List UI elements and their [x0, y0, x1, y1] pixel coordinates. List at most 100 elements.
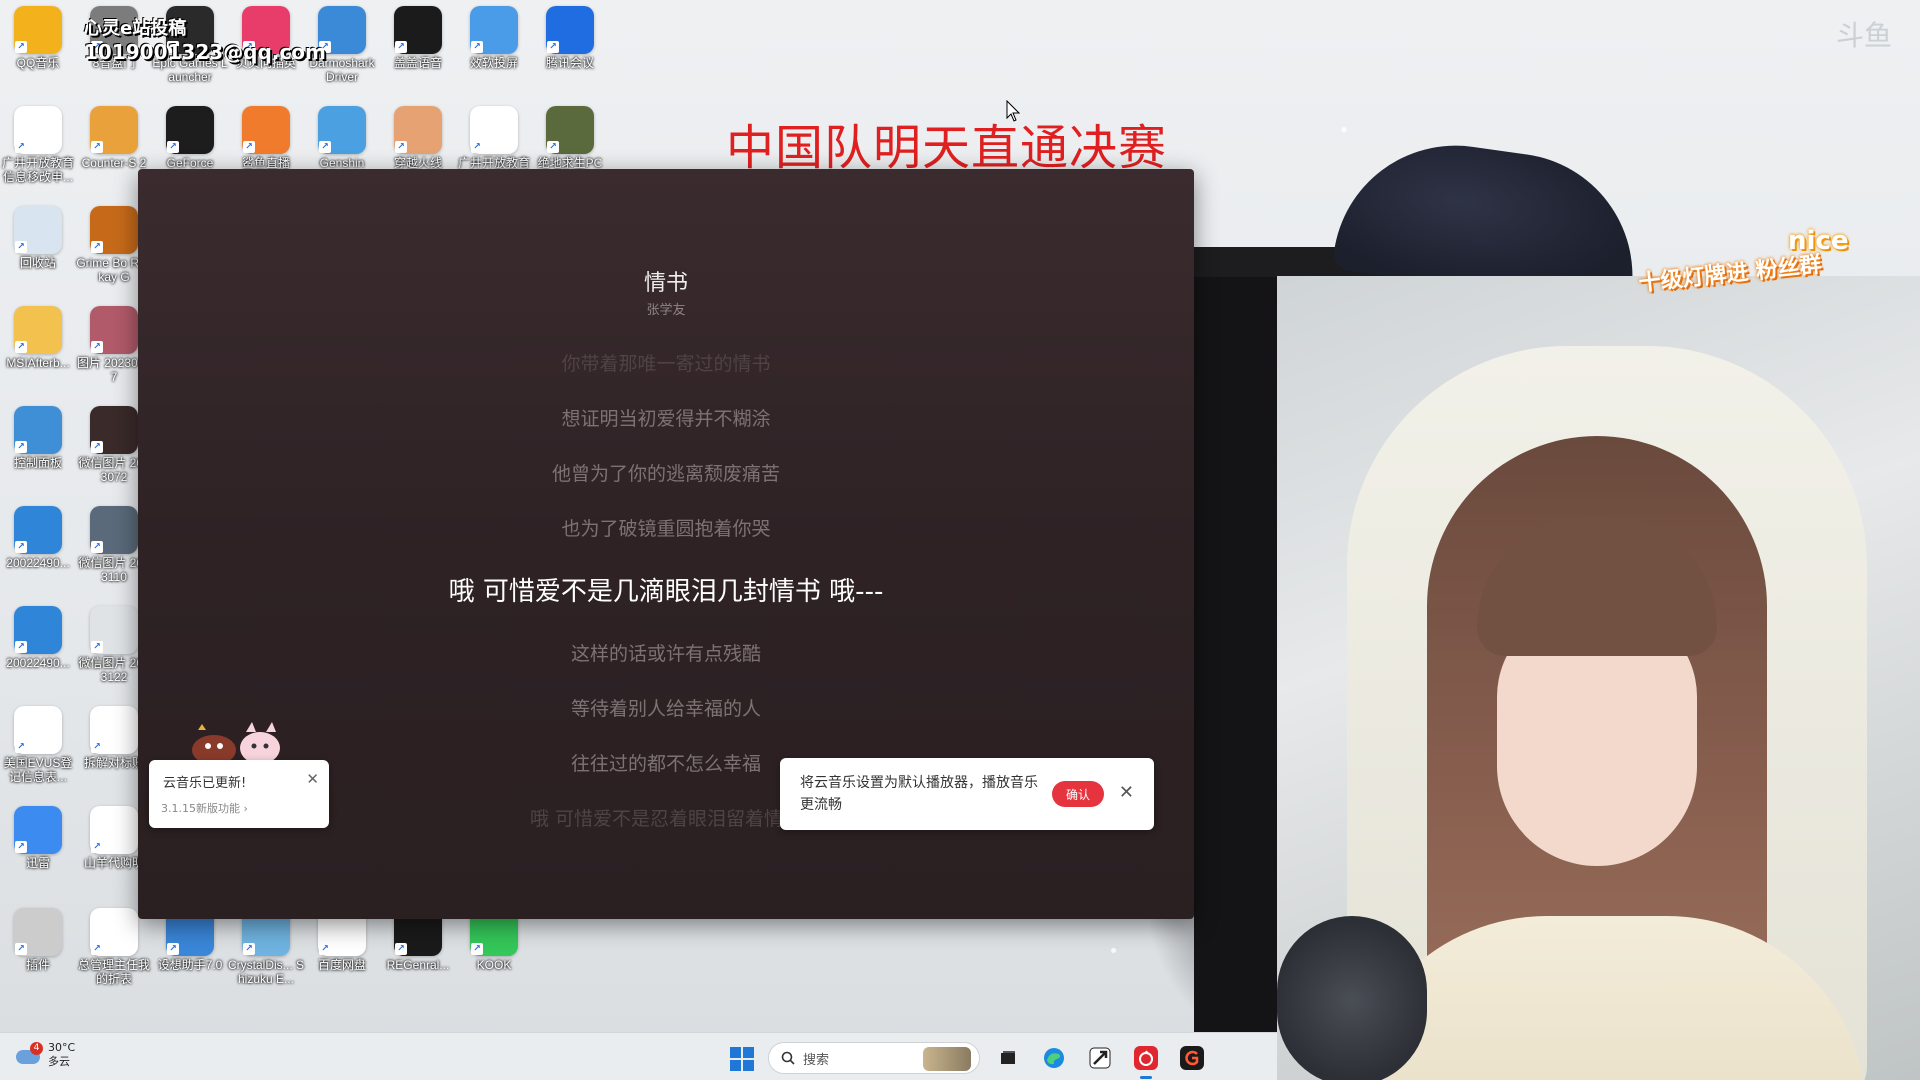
taskbar-search[interactable]: 搜索: [768, 1042, 980, 1074]
lyric-line-current[interactable]: 哦 可惜爱不是几滴眼泪几封情书 哦---: [138, 557, 1194, 627]
desktop-icon-label: 效软投屏: [469, 56, 518, 70]
task-view-icon[interactable]: [990, 1040, 1026, 1076]
desktop-icon[interactable]: ↗ 鲨鱼直播: [228, 102, 304, 170]
bird-icon: ↗: [14, 806, 62, 854]
desktop-icon-label: 控制面板: [13, 456, 62, 470]
netease-music-icon[interactable]: [1128, 1040, 1164, 1079]
desktop-icon[interactable]: ↗ 回收站: [0, 202, 76, 270]
desktop-icon-label: 美国EVUS登 记信息表...: [3, 756, 73, 784]
globe-icon: ↗: [318, 106, 366, 154]
weather-desc: 多云: [48, 1055, 70, 1068]
desktop-icon-label: Genshin: [319, 156, 365, 170]
desktop-icon[interactable]: ↗ 迅雷: [0, 802, 76, 870]
desktop-icon-label: 广井开放教育 信息移改申...: [1, 156, 74, 184]
desktop-icon[interactable]: ↗ 20022490...: [0, 602, 76, 670]
sheet-icon: ↗: [90, 706, 138, 754]
desktop-icon-label: 广井开放教育: [457, 156, 530, 170]
song-title: 情书: [643, 271, 688, 296]
dash-icon: ↗: [14, 908, 62, 956]
search-highlight-image: [923, 1047, 971, 1071]
desktop-icon[interactable]: ↗ QQ音乐: [0, 2, 76, 70]
cs-icon: ↗: [90, 106, 138, 154]
close-icon[interactable]: ✕: [1119, 782, 1134, 803]
steam-icon[interactable]: [1082, 1040, 1118, 1076]
search-placeholder: 搜索: [803, 1052, 830, 1068]
desktop-icon[interactable]: ↗ Counter-S 2: [76, 102, 152, 170]
edge-icon[interactable]: [1036, 1040, 1072, 1076]
app-g-icon[interactable]: [1174, 1040, 1210, 1076]
close-icon[interactable]: ✕: [306, 770, 319, 788]
weather-widget[interactable]: 4 30°C 多云: [16, 1041, 75, 1069]
skull-icon: ↗: [90, 206, 138, 254]
desktop-icon[interactable]: ↗ Genshin: [304, 102, 380, 170]
lyric-line[interactable]: 等待着别人给幸福的人: [138, 682, 1194, 737]
desktop-icon-label: KOOK: [476, 958, 512, 972]
desktop-icon-label: 穿越火线: [393, 156, 442, 170]
nvidia-icon: ↗: [166, 106, 214, 154]
lyric-line[interactable]: 你带着那唯一寄过的情书: [138, 337, 1194, 392]
overlay-email-line1: 心灵e站投稿: [84, 18, 187, 39]
recycle-bin-icon: ↗: [14, 206, 62, 254]
desktop-icon-label: 回收站: [19, 256, 56, 270]
lyric-line[interactable]: 想证明当初爱得并不糊涂: [138, 392, 1194, 447]
desktop-icon[interactable]: ↗ 效软投屏: [456, 2, 532, 70]
watermark-logo: 斗鱼: [1835, 19, 1892, 52]
photo-icon: ↗: [90, 406, 138, 454]
zip-icon: ↗: [14, 606, 62, 654]
desktop-icon-label: 20022490...: [6, 656, 70, 670]
search-icon: [781, 1051, 795, 1065]
update-notification[interactable]: 云音乐已更新! 3.1.15新版功能 › ✕: [149, 760, 329, 828]
desktop-icon-label: REGenral...: [386, 958, 450, 972]
mountain-icon: ↗: [470, 6, 518, 54]
control-panel-icon: ↗: [14, 406, 62, 454]
desktop-icon-label: CrystalDis... Shizuku E...: [228, 958, 305, 986]
meeting-icon: ↗: [546, 6, 594, 54]
lyric-line[interactable]: 他曾为了你的逃离颓废痛苦: [138, 447, 1194, 502]
desktop-icon[interactable]: ↗ 广井开放教育 信息移改申...: [0, 102, 76, 184]
default-player-notification[interactable]: 将云音乐设置为默认播放器，播放音乐更流畅 确认 ✕: [780, 758, 1154, 830]
desktop-icon[interactable]: ↗ 腾讯会议: [532, 2, 608, 70]
update-notification-link[interactable]: 3.1.15新版功能 ›: [161, 800, 248, 816]
desktop-icon-label: 腾讯会议: [545, 56, 594, 70]
desktop-icon-label: 盖盖语音: [393, 56, 442, 70]
word-icon: ↗: [14, 106, 62, 154]
desktop-icon-label: 迅雷: [25, 856, 50, 870]
word-icon: ↗: [470, 106, 518, 154]
stream-overlay-contact: 心灵e站投稿 1019001323@qq.com: [84, 14, 326, 64]
photo-icon: ↗: [90, 506, 138, 554]
desktop-icon-label: 绝地求生PC: [537, 156, 603, 170]
taskbar-center: 搜索: [724, 1040, 1210, 1079]
desktop-icon-label: 插件: [25, 958, 50, 972]
desktop-icon-label: GeForce: [166, 156, 214, 170]
desktop-icon-label: QQ音乐: [16, 56, 60, 70]
overlay-email-line2: 1019001323@qq.com: [84, 40, 326, 64]
desktop-icon[interactable]: ↗ MSIAfterb...: [0, 302, 76, 370]
windows-start-icon[interactable]: [724, 1041, 758, 1075]
microphone-foam: [1277, 916, 1427, 1080]
desktop-icon[interactable]: ↗ 控制面板: [0, 402, 76, 470]
pubg-icon: ↗: [546, 106, 594, 154]
desktop-icon[interactable]: ↗ 广井开放教育: [456, 102, 532, 170]
desktop-icon-label: 总管理主任我 的折表: [77, 958, 150, 986]
folder-icon: ↗: [14, 306, 62, 354]
desktop-icon[interactable]: ↗ 绝地求生PC: [532, 102, 608, 170]
lyric-line[interactable]: 这样的话或许有点残酷: [138, 627, 1194, 682]
photo-icon: ↗: [90, 306, 138, 354]
desktop-icon[interactable]: ↗ 插件: [0, 904, 76, 972]
default-player-message: 将云音乐设置为默认播放器，播放音乐更流畅: [800, 775, 1038, 813]
desktop-icon-label: 20022490...: [6, 556, 70, 570]
song-artist[interactable]: 张学友: [138, 299, 1194, 318]
desktop-icon[interactable]: ↗ GeForce: [152, 102, 228, 170]
desktop-icon[interactable]: ↗ 20022490...: [0, 502, 76, 570]
v-icon: ↗: [394, 6, 442, 54]
update-notification-title: 云音乐已更新!: [163, 776, 247, 791]
lyric-line[interactable]: 也为了破镜重圆抱着你哭: [138, 502, 1194, 557]
stream-headline: 中国队明天直通决赛: [726, 120, 1168, 176]
desktop-icon[interactable]: ↗ 穿越火线: [380, 102, 456, 170]
desktop-icon-label: 鲨鱼直播: [241, 156, 290, 170]
shark-app-icon: ↗: [242, 106, 290, 154]
desktop-icon[interactable]: ↗ 美国EVUS登 记信息表...: [0, 702, 76, 784]
desktop-icon-label: 设想助手7.0: [157, 958, 223, 972]
desktop-icon[interactable]: ↗ 盖盖语音: [380, 2, 456, 70]
confirm-button[interactable]: 确认: [1052, 781, 1104, 807]
